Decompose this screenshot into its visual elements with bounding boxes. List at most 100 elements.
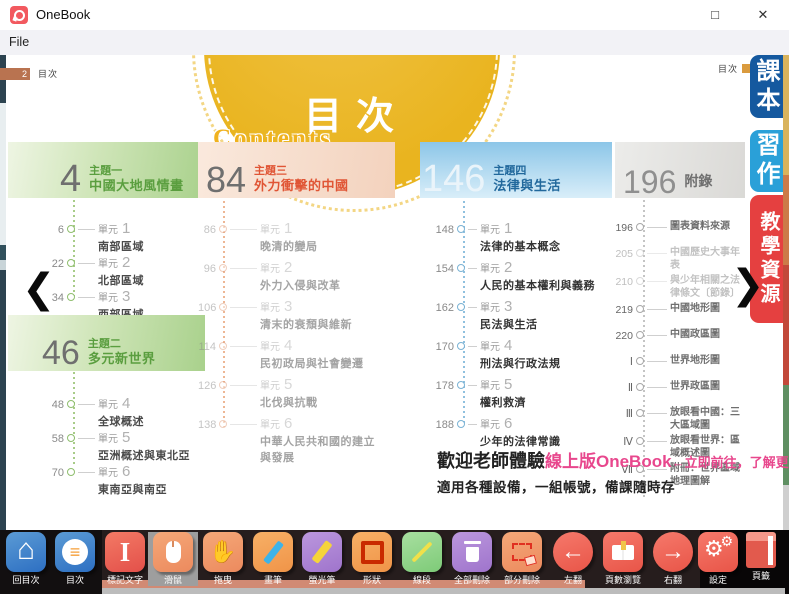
entry-marker-icon [633,432,670,448]
toolbar-toc[interactable]: 目次 [50,532,100,586]
toolbar-pen[interactable]: 畫筆 [248,532,298,586]
toc-entry[interactable]: Ⅲ 放眼看中國：三大區域圖 [615,404,745,432]
section-banner: 46 主題二 多元新世界 [8,315,205,371]
prev-page-chevron[interactable]: ❮ [22,269,56,309]
entry-title: 權利救濟 [480,394,526,410]
home-icon [6,532,46,572]
corner-page-label-right: 目次 [710,62,751,75]
arrow-right-icon [653,532,693,572]
window-title: OneBook [36,7,90,22]
toolbar-flip-left[interactable]: 左翻 [548,532,598,586]
toc-entry[interactable]: 148 單元1 法律的基本概念 [420,220,612,259]
entry-marker-icon [633,404,670,420]
section-page-number: 196 [623,169,676,195]
toc-entry[interactable]: 70 單元6 東南亞與南亞 [8,463,205,497]
toolbar-page-browser[interactable]: 頁數瀏覽 [598,532,648,586]
entry-title: 晚清的變局 [260,238,384,254]
toolbar-drag[interactable]: 拖曳 [198,532,248,586]
section-kicker: 主題三 [254,164,349,178]
entry-page-number: 210 [615,272,633,288]
entry-marker-icon [633,244,670,260]
entry-page-number: 58 [8,429,64,445]
entry-marker-icon [216,220,260,236]
entry-title: 人民的基本權利與義務 [480,277,595,293]
toc-entry[interactable]: 114 單元4 民初政局與社會變遷 [198,337,395,376]
entry-marker-icon [216,376,260,392]
toc-entry[interactable]: 86 單元1 晚清的變局 [198,220,395,259]
maximize-button[interactable]: □ [698,3,732,27]
entry-marker-icon [216,298,260,314]
entry-page-number: 154 [420,259,454,275]
toc-entry[interactable]: 205 中國歷史大事年表 [615,244,745,272]
promo-banner: 歡迎老師體驗線上版OneBook←立即前往，了解更多 適用各種設備，一組帳號，備… [437,447,789,496]
section-kicker: 主題一 [89,164,184,178]
trash-icon [452,532,492,572]
toc-entry[interactable]: 220 中國政區圖 [615,326,745,352]
toolbar-bookmark[interactable]: 頁籤 [736,532,786,586]
toolbar-flip-right[interactable]: 右翻 [648,532,698,586]
entry-marker-icon [633,352,670,368]
onebook-logo-icon [10,6,28,24]
toc-entry[interactable]: 126 單元5 北伐與抗戰 [198,376,395,415]
corner-page-number: 2 [0,68,30,80]
entry-page-number: 48 [8,395,64,411]
entry-marker-icon [64,254,98,270]
entry-page-number: Ⅲ [615,404,633,420]
bottom-toolbar: 回目次 目次 標記文字 滑鼠 拖曳 畫筆 螢光筆 形狀 [0,530,789,594]
toc-entry[interactable]: 154 單元2 人民的基本權利與義務 [420,259,612,298]
entry-page-number: 148 [420,220,454,236]
page-slider[interactable] [102,588,785,594]
entry-title: 民初政局與社會變遷 [260,355,384,371]
toolbar-shape[interactable]: 形狀 [347,532,397,586]
toc-entry[interactable]: 106 單元3 清末的衰頹與維新 [198,298,395,337]
hand-icon [203,532,243,572]
toc-entry[interactable]: 178 單元5 權利救濟 [420,376,612,415]
toolbar-partial-delete[interactable]: 部分刪除 [497,532,547,586]
menu-file[interactable]: File [9,35,29,49]
toc-entry[interactable]: 210 與少年相關之法律條文〔節錄〕 [615,272,745,300]
promo-cta-link[interactable]: ←立即前往，了解更多 [672,455,789,470]
section-title: 附錄 [684,171,712,195]
entry-marker-icon [633,378,670,394]
toolbar-back-to-toc[interactable]: 回目次 [1,532,51,586]
tab-workbook[interactable]: 習作 [750,130,783,192]
entry-marker-icon [216,259,260,275]
toolbar-delete-all[interactable]: 全部刪除 [447,532,497,586]
toc-entry[interactable]: 48 單元4 全球概述 [8,395,205,429]
entry-marker-icon [454,298,480,314]
toc-entry[interactable]: 6 單元1 南部區域 [8,220,205,254]
entry-title: 全球概述 [98,413,144,429]
section-theme2: 46 主題二 多元新世界 48 單元4 全球概述 [8,315,205,497]
section-page-number: 4 [60,164,81,195]
toc-entry[interactable]: Ⅱ 世界政區圖 [615,378,745,404]
entry-marker-icon [216,337,260,353]
entry-page-number: Ⅳ [615,432,633,448]
toc-entry[interactable]: 162 單元3 民法與生活 [420,298,612,337]
next-page-chevron[interactable]: ❯ [731,265,765,305]
online-onebook-link[interactable]: 線上版OneBook [545,452,672,471]
book-page: 2 目次 目次 目次 Contents 4 主題一 中國大地風情畫 [0,55,789,530]
toc-entry[interactable]: 96 單元2 外力入侵與改革 [198,259,395,298]
entry-marker-icon [633,218,670,234]
toolbar-mark-text[interactable]: 標記文字 [100,532,150,586]
toc-entry[interactable]: 219 中國地形圖 [615,300,745,326]
text-cursor-icon [105,532,145,572]
toolbar-mouse[interactable]: 滑鼠 [148,532,198,586]
entry-marker-icon [633,326,670,342]
toolbar-highlighter[interactable]: 螢光筆 [297,532,347,586]
toc-entry[interactable]: 196 圖表資料來源 [615,218,745,244]
entry-page-number: 114 [198,337,216,353]
entry-title: 世界地形圖 [670,352,744,367]
section-banner: 146 主題四 法律與生活 [420,142,612,198]
toc-entry[interactable]: 138 單元6 中華人民共和國的建立與發展 [198,415,395,465]
close-button[interactable]: ✕ [746,3,780,27]
entry-marker-icon [454,376,480,392]
tab-textbook[interactable]: 課本 [750,55,783,118]
toc-entry[interactable]: 170 單元4 刑法與行政法規 [420,337,612,376]
toc-entry[interactable]: 58 單元5 亞洲概述與東北亞 [8,429,205,463]
entry-page-number: 188 [420,415,454,431]
title-bar: OneBook □ ✕ [0,0,789,30]
toolbar-line[interactable]: 線段 [397,532,447,586]
entry-title: 民法與生活 [480,316,538,332]
toc-entry[interactable]: Ⅰ 世界地形圖 [615,352,745,378]
